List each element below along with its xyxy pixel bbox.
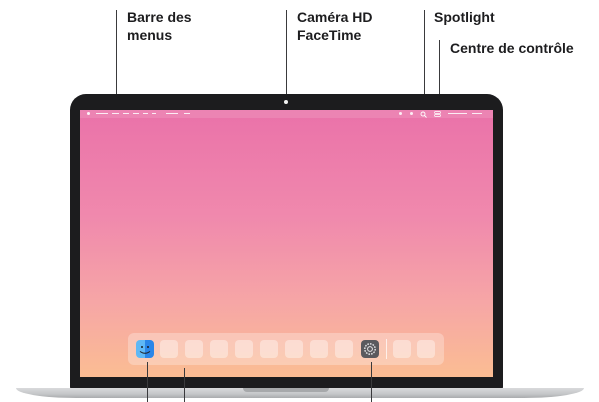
callout-spotlight: Spotlight <box>434 9 495 25</box>
menu-item[interactable] <box>133 113 139 114</box>
callout-menu-bar-line1: Barre des <box>127 9 192 25</box>
callout-facetime-camera: Caméra HD FaceTime <box>297 8 372 44</box>
dock-app-icon[interactable] <box>285 340 303 358</box>
desktop-screen <box>80 110 493 377</box>
menu-bar <box>80 110 493 118</box>
leader-system-preferences <box>371 362 372 402</box>
leader-camera <box>286 10 287 98</box>
dock-app-icon[interactable] <box>335 340 353 358</box>
dock-app-icon[interactable] <box>185 340 203 358</box>
callout-camera-line1: Caméra HD <box>297 9 373 25</box>
dock-app-icon[interactable] <box>235 340 253 358</box>
menu-item[interactable] <box>123 113 129 114</box>
leader-dock <box>184 368 185 402</box>
menu-item[interactable] <box>96 113 108 114</box>
status-icon[interactable] <box>410 112 413 115</box>
gear-icon[interactable] <box>361 340 379 358</box>
leader-finder <box>147 362 148 402</box>
menu-item[interactable] <box>184 113 190 114</box>
finder-icon[interactable] <box>136 340 154 358</box>
menu-item[interactable] <box>112 113 119 114</box>
apple-menu-icon[interactable] <box>87 112 90 115</box>
dock-app-icon[interactable] <box>160 340 178 358</box>
menu-user[interactable] <box>472 113 482 114</box>
laptop-notch <box>243 388 329 392</box>
callout-menu-bar-line2: menus <box>127 27 173 43</box>
dock-app-icon[interactable] <box>417 340 435 358</box>
callout-menu-bar: Barre des menus <box>127 8 192 44</box>
dock <box>128 333 444 365</box>
status-icon[interactable] <box>399 112 402 115</box>
dock-app-icon[interactable] <box>210 340 228 358</box>
dock-app-icon[interactable] <box>393 340 411 358</box>
menu-item[interactable] <box>143 113 148 114</box>
facetime-camera <box>284 100 288 104</box>
callout-camera-line2: FaceTime <box>297 27 362 43</box>
search-icon[interactable] <box>420 111 427 118</box>
menu-item[interactable] <box>152 113 156 114</box>
callout-control-center: Centre de contrôle <box>450 40 574 56</box>
dock-app-icon[interactable] <box>310 340 328 358</box>
dock-app-icon[interactable] <box>260 340 278 358</box>
menu-item[interactable] <box>166 113 178 114</box>
dock-separator <box>386 339 387 359</box>
control-center-icon[interactable] <box>434 111 441 117</box>
menu-clock <box>448 113 467 114</box>
